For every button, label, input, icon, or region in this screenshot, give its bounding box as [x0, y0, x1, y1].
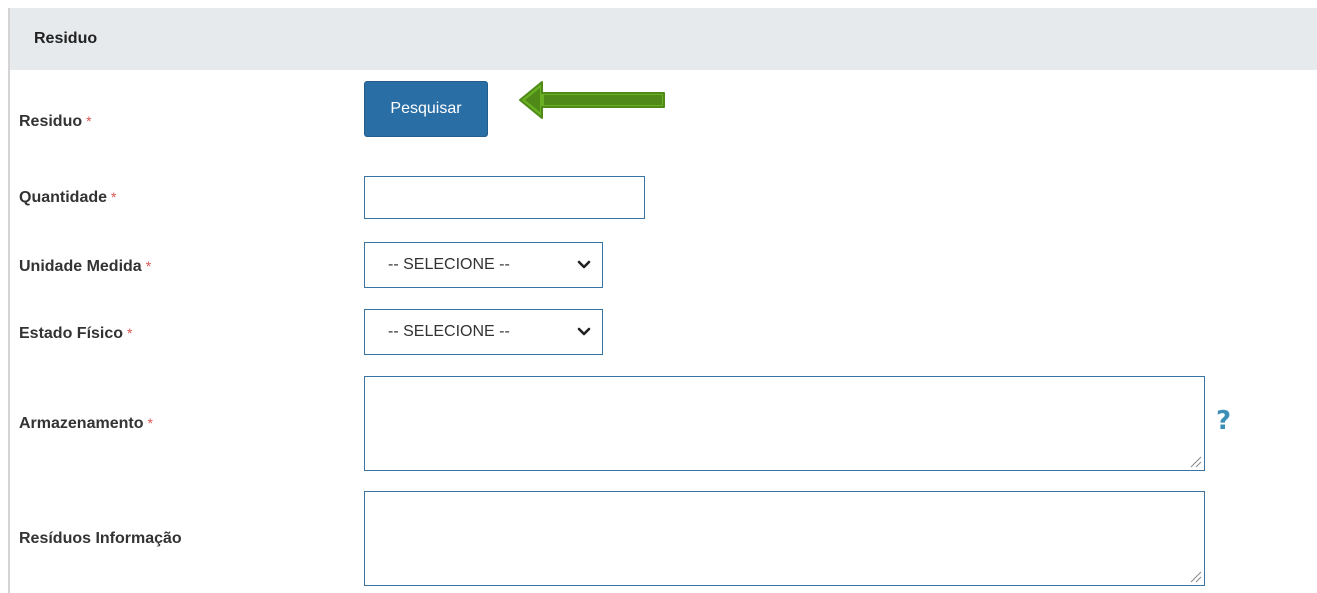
- armazenamento-textarea[interactable]: [364, 376, 1205, 471]
- quantidade-input[interactable]: [364, 176, 645, 219]
- panel-left-border: [8, 8, 10, 593]
- residuos-informacao-label-text: Resíduos Informação: [19, 530, 182, 547]
- section-header: Residuo: [10, 8, 1317, 70]
- quantidade-label: Quantidade *: [19, 189, 116, 207]
- required-mark: *: [147, 415, 153, 431]
- pesquisar-button[interactable]: Pesquisar: [364, 81, 488, 137]
- required-mark: *: [111, 189, 117, 205]
- chevron-down-icon: [577, 327, 591, 336]
- resize-grip-icon[interactable]: [1188, 454, 1202, 468]
- residuo-label-text: Residuo: [19, 113, 83, 130]
- estado-fisico-selected: -- SELECIONE --: [388, 323, 510, 340]
- required-mark: *: [127, 325, 133, 341]
- quantidade-label-text: Quantidade: [19, 189, 108, 206]
- required-mark: *: [145, 258, 152, 274]
- residuos-informacao-label: Resíduos Informação: [19, 530, 182, 548]
- question-mark-icon[interactable]: ?: [1216, 406, 1231, 436]
- unidade-medida-select[interactable]: -- SELECIONE --: [364, 242, 603, 288]
- unidade-medida-label: Unidade Medida *: [19, 258, 151, 276]
- residuos-informacao-textarea[interactable]: [364, 491, 1205, 586]
- estado-fisico-select[interactable]: -- SELECIONE --: [364, 309, 603, 355]
- required-mark: *: [86, 113, 92, 129]
- estado-fisico-label: Estado Físico *: [19, 325, 132, 343]
- section-title: Residuo: [34, 30, 98, 47]
- armazenamento-label-text: Armazenamento: [19, 415, 144, 432]
- left-arrow-icon: [519, 81, 665, 119]
- residuo-label: Residuo *: [19, 113, 92, 131]
- unidade-medida-selected: -- SELECIONE --: [388, 256, 510, 273]
- estado-fisico-label-text: Estado Físico: [19, 325, 124, 342]
- armazenamento-label: Armazenamento *: [19, 415, 153, 433]
- resize-grip-icon[interactable]: [1188, 569, 1202, 583]
- chevron-down-icon: [577, 260, 591, 269]
- unidade-medida-label-text: Unidade Medida: [19, 258, 142, 275]
